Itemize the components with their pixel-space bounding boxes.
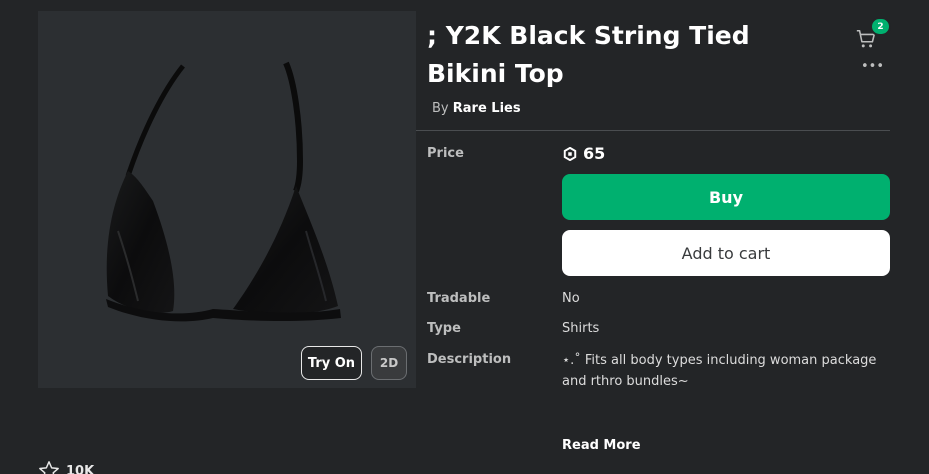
item-preview[interactable]: Try On 2D xyxy=(38,11,416,388)
description-text: ⋆.˚ Fits all body types including woman … xyxy=(562,353,877,389)
more-options-icon[interactable]: ••• xyxy=(861,60,884,73)
buy-button[interactable]: Buy xyxy=(562,174,890,220)
item-title: ; Y2K Black String Tied Bikini Top xyxy=(427,21,750,88)
price-value: 65 xyxy=(563,144,605,163)
read-more-link[interactable]: Read More xyxy=(562,438,641,453)
robux-icon xyxy=(563,146,577,161)
price-amount: 65 xyxy=(583,144,606,163)
cart-count-badge: 2 xyxy=(870,17,891,36)
creator-link[interactable]: Rare Lies xyxy=(453,101,521,116)
creator-byline: By Rare Lies xyxy=(432,101,521,116)
type-label: Type xyxy=(427,321,461,336)
price-label: Price xyxy=(427,146,464,161)
try-on-button[interactable]: Try On xyxy=(301,346,362,380)
bikini-top-image xyxy=(106,61,341,322)
description-label: Description xyxy=(427,352,512,367)
favorite-button[interactable]: 10K xyxy=(38,460,94,474)
star-icon xyxy=(39,461,59,474)
favorite-count: 10K xyxy=(66,463,95,474)
type-value: Shirts xyxy=(562,321,600,336)
tradable-label: Tradable xyxy=(427,291,491,306)
divider xyxy=(416,130,890,131)
by-label: By xyxy=(432,101,449,116)
tradable-value: No xyxy=(562,291,580,306)
view-2d-button[interactable]: 2D xyxy=(371,346,407,380)
add-to-cart-button[interactable]: Add to cart xyxy=(562,230,890,276)
